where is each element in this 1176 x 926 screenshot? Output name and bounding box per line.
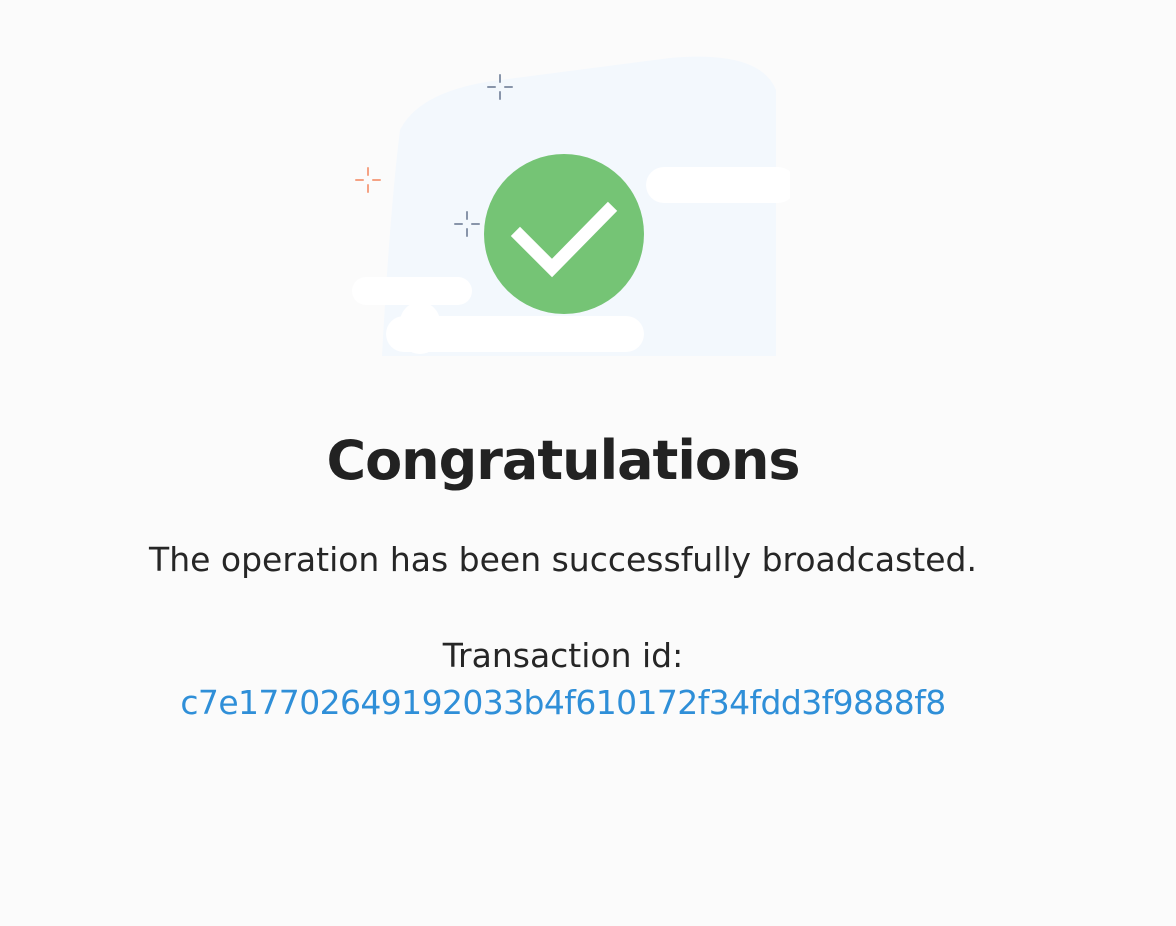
page-title: Congratulations <box>326 429 800 492</box>
success-message: The operation has been successfully broa… <box>149 540 977 579</box>
transaction-id-label: Transaction id: <box>442 636 684 675</box>
transaction-id-link[interactable]: c7e17702649192033b4f610172f34fdd3f9888f8 <box>180 683 946 722</box>
success-badge <box>484 154 644 314</box>
cloud-shape-right <box>646 167 790 203</box>
sparkle-icon <box>355 167 381 193</box>
success-illustration <box>340 50 790 370</box>
transaction-id-container: c7e17702649192033b4f610172f34fdd3f9888f8 <box>0 681 1126 725</box>
cloud-shape-left <box>352 277 472 305</box>
cloud-shape-bottom-small <box>400 302 440 354</box>
